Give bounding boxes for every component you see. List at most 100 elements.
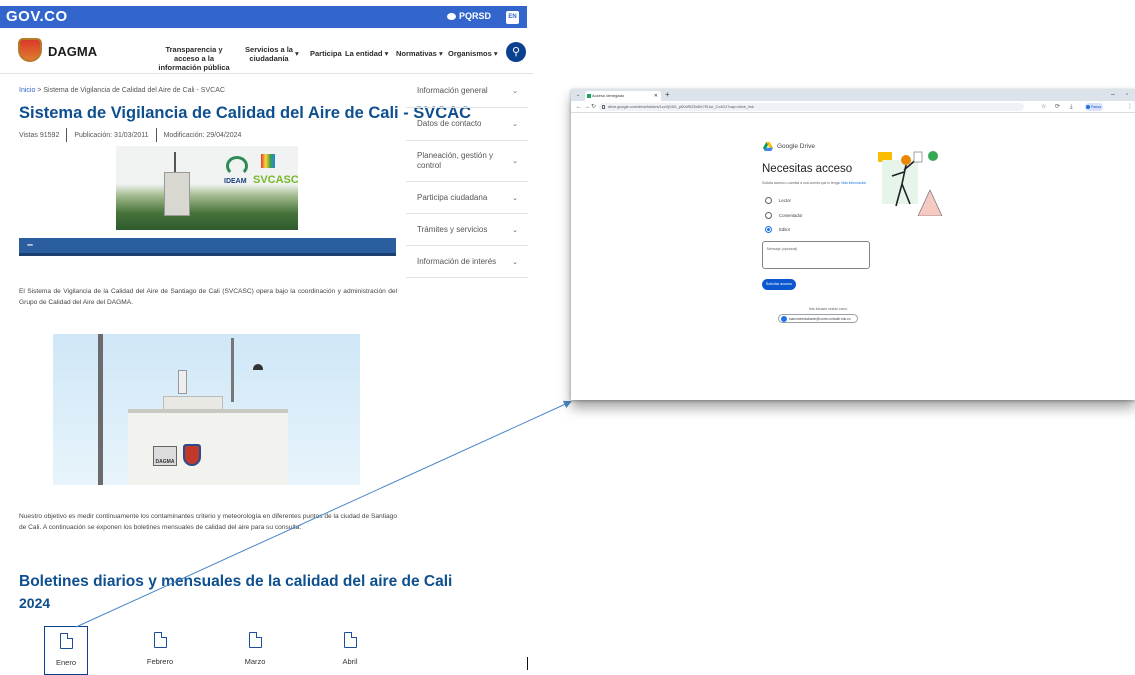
bulletins-year: 2024 bbox=[19, 595, 51, 611]
bulletin-label: Febrero bbox=[146, 657, 174, 666]
chevron-down-icon: ⌄ bbox=[512, 258, 518, 266]
gov-co-top-bar: GOV.CO PQRSD EN bbox=[0, 6, 527, 28]
role-lector-radio[interactable] bbox=[765, 197, 772, 204]
station-pole bbox=[98, 334, 103, 485]
breadcrumb: Inicio > Sistema de Vigilancia de Calida… bbox=[19, 87, 225, 94]
nav-organismos[interactable]: Organismos ▾ bbox=[448, 49, 498, 58]
language-toggle-button[interactable]: EN bbox=[506, 11, 519, 24]
more-info-link[interactable]: Más información bbox=[841, 181, 866, 185]
message-textarea[interactable]: Mensaje (opcional) bbox=[762, 241, 870, 269]
breadcrumb-separator: > bbox=[37, 87, 42, 94]
nav-entidad-label: La entidad bbox=[345, 49, 383, 58]
sidebar-item-label: Información general bbox=[417, 85, 488, 95]
person-with-file-illustration-icon bbox=[878, 151, 943, 216]
bookmark-star-icon[interactable]: ☆ bbox=[1041, 101, 1046, 113]
chevron-down-icon: ▾ bbox=[384, 49, 389, 58]
sidebar-item-participa-ciudadana[interactable]: Participa ciudadana ⌄ bbox=[406, 182, 528, 214]
station-sampler bbox=[178, 370, 187, 394]
reload-icon[interactable]: ↻ bbox=[591, 101, 596, 113]
maximize-icon[interactable]: ▫ bbox=[1126, 89, 1128, 101]
sidebar-item-label: Trámites y servicios bbox=[417, 224, 488, 234]
site-name[interactable]: DAGMA bbox=[48, 44, 97, 59]
browser-tabstrip: ⌄ Acceso denegado ✕ + – ▫ bbox=[571, 89, 1135, 101]
bulletin-label: Enero bbox=[55, 658, 76, 667]
hero-mast bbox=[174, 152, 176, 174]
meta-divider bbox=[66, 128, 68, 142]
nav-participa[interactable]: Participa bbox=[310, 49, 342, 58]
menu-icon[interactable]: ⋮ bbox=[1127, 101, 1133, 113]
sidebar-item-label: Datos de contacto bbox=[417, 119, 482, 128]
accordion-toggle[interactable]: – bbox=[19, 238, 396, 256]
nav-servicios[interactable]: Servicios a la ciudadanía bbox=[243, 45, 295, 63]
bulletin-label: Marzo bbox=[244, 657, 266, 666]
role-editor-radio[interactable] bbox=[765, 226, 772, 233]
chevron-down-icon: ⌄ bbox=[512, 194, 518, 202]
back-arrow-icon[interactable]: ← bbox=[576, 101, 582, 113]
sidebar-item-informacion-general[interactable]: Información general ⌄ bbox=[406, 74, 528, 108]
minimize-icon[interactable]: – bbox=[1111, 89, 1115, 101]
dagma-shield-logo[interactable] bbox=[18, 38, 42, 62]
pqrsd-label: PQRSD bbox=[458, 11, 491, 21]
nav-entidad[interactable]: La entidad ▾ bbox=[345, 49, 388, 58]
dagma-badge-logo: DAGMA bbox=[153, 446, 177, 466]
browser-tab[interactable]: Acceso denegado ✕ bbox=[585, 91, 661, 101]
extensions-icon[interactable]: ⟳ bbox=[1055, 101, 1060, 113]
forward-arrow-icon[interactable]: → bbox=[584, 101, 590, 113]
bulletin-enero-link[interactable]: Enero bbox=[44, 626, 88, 675]
access-description: Solicita acceso u cambia a una cuenta qu… bbox=[762, 181, 880, 186]
nav-transparencia[interactable]: Transparencia y acceso a la información … bbox=[152, 45, 236, 72]
google-drive-logo-icon bbox=[763, 142, 773, 151]
sidebar-item-datos-contacto[interactable]: Datos de contacto ⌄ bbox=[406, 108, 528, 141]
access-title: Necesitas acceso bbox=[762, 163, 853, 175]
bulletin-marzo-link[interactable]: Marzo bbox=[233, 626, 277, 675]
sidebar-item-informacion-interes[interactable]: Información de interés ⌄ bbox=[406, 246, 528, 278]
chat-bubble-icon bbox=[446, 13, 456, 20]
new-tab-plus-icon[interactable]: + bbox=[665, 89, 670, 101]
access-description-text: Solicita acceso u cambia a una cuenta qu… bbox=[762, 181, 841, 185]
tab-search-chevron-icon[interactable]: ⌄ bbox=[576, 89, 580, 101]
bulletin-abril-link[interactable]: Abril bbox=[328, 626, 372, 675]
nav-servicios-chevron-icon[interactable]: ▾ bbox=[295, 49, 299, 58]
tab-title: Acceso denegado bbox=[592, 93, 625, 98]
objective-paragraph: Nuestro objetivo es medir continuamente … bbox=[19, 513, 397, 531]
chevron-down-icon: ⌄ bbox=[512, 226, 518, 234]
role-label: Comentador bbox=[779, 213, 803, 218]
article-meta: Vistas 91592 Publicación: 31/03/2011 Modif… bbox=[19, 128, 241, 142]
main-navigation: DAGMA Transparencia y acceso a la inform… bbox=[0, 28, 533, 74]
document-icon bbox=[343, 631, 357, 648]
gov-co-logo[interactable]: GOV.CO bbox=[6, 8, 68, 25]
account-switcher[interactable]: tuanomeestudiante@correo.univalle.edu.co bbox=[778, 314, 858, 323]
document-icon bbox=[153, 631, 167, 648]
address-url: drive.google.com/drive/folders/1cxXjV8G_… bbox=[608, 105, 754, 109]
sidebar-item-label: Participa ciudadana bbox=[417, 192, 488, 202]
station-building bbox=[128, 409, 288, 485]
sidebar-item-tramites[interactable]: Trámites y servicios ⌄ bbox=[406, 214, 528, 246]
close-icon[interactable]: ✕ bbox=[654, 91, 658, 101]
cali-shield-logo bbox=[183, 444, 201, 466]
breadcrumb-home-link[interactable]: Inicio bbox=[19, 87, 35, 94]
download-icon[interactable]: ⤓ bbox=[1070, 101, 1073, 113]
profile-chip[interactable]: Pausa bbox=[1085, 103, 1103, 111]
text-cursor bbox=[527, 657, 528, 670]
role-comentador-radio[interactable] bbox=[765, 212, 772, 219]
sidebar-item-planeacion[interactable]: Planeación, gestión y control ⌄ bbox=[406, 141, 528, 182]
dagma-webpage: GOV.CO PQRSD EN DAGMA Transparencia y ac… bbox=[0, 0, 533, 675]
site-info-icon bbox=[602, 105, 605, 109]
nav-organismos-label: Organismos bbox=[448, 49, 492, 58]
search-button[interactable]: ⚲ bbox=[506, 42, 526, 62]
station-antenna bbox=[231, 338, 234, 402]
chevron-down-icon: ⌄ bbox=[512, 121, 518, 128]
views-count: Vistas 91592 bbox=[19, 131, 60, 139]
meta-divider bbox=[155, 128, 157, 142]
minus-icon: – bbox=[27, 239, 34, 251]
nav-normativas[interactable]: Normativas ▾ bbox=[396, 49, 443, 58]
bulletin-febrero-link[interactable]: Febrero bbox=[138, 626, 182, 675]
address-bar[interactable]: drive.google.com/drive/folders/1cxXjV8G_… bbox=[599, 103, 1024, 111]
drive-brand-name: Google Drive bbox=[777, 143, 815, 150]
breadcrumb-current: Sistema de Vigilancia de Calidad del Air… bbox=[43, 87, 225, 94]
sidebar-menu: Información general ⌄ Datos de contacto ⌄ … bbox=[406, 74, 528, 278]
ideam-logo-text: IDEAM bbox=[224, 178, 247, 185]
pqrsd-link[interactable]: PQRSD bbox=[446, 11, 491, 21]
request-access-button[interactable]: Solicitar acceso bbox=[762, 279, 796, 290]
drive-favicon-icon bbox=[587, 94, 591, 98]
